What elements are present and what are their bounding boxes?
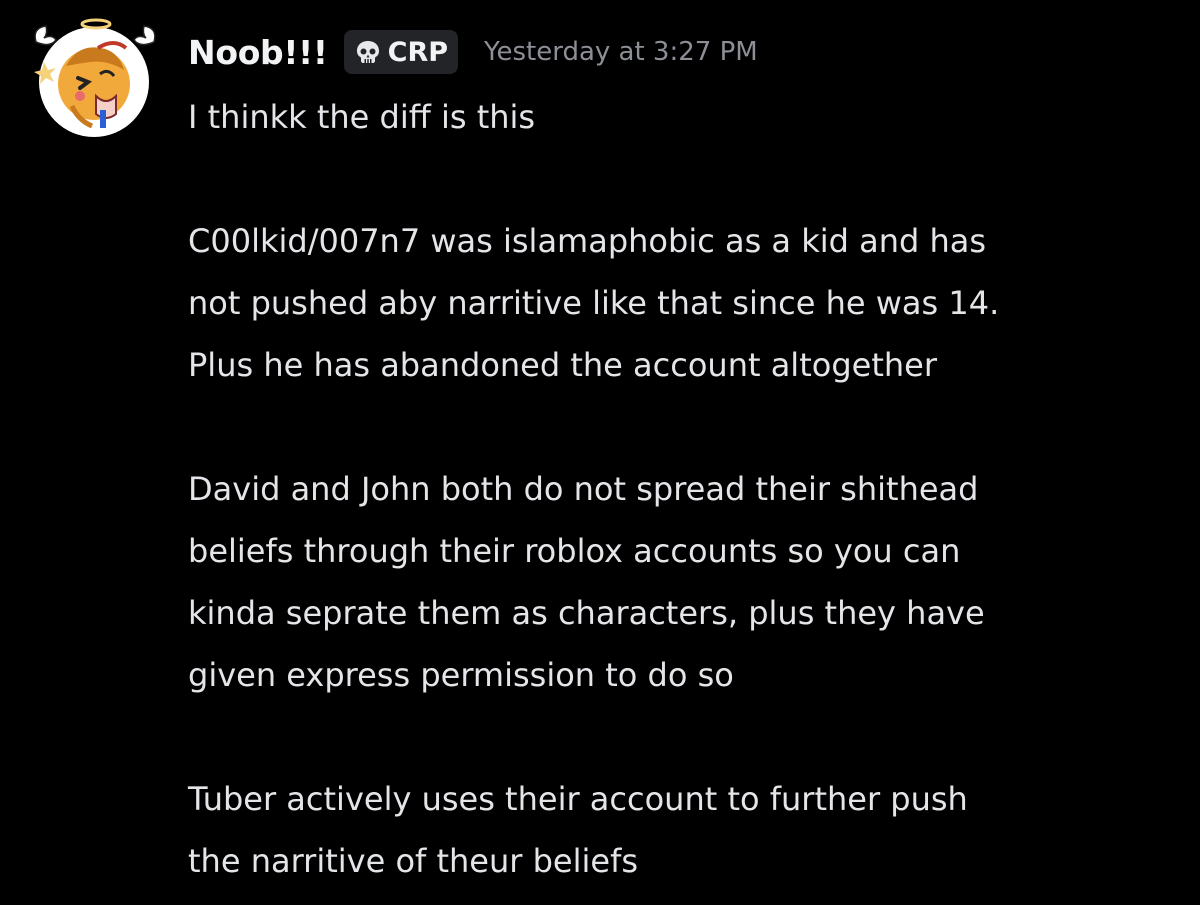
tag-label: CRP <box>387 36 449 68</box>
avatar-decoration[interactable] <box>30 18 160 148</box>
server-tag[interactable]: CRP <box>343 30 459 74</box>
username[interactable]: Noob!!! <box>188 33 328 72</box>
message-line: David and John both do not spread their … <box>188 470 979 508</box>
message-line: the narritive of theur beliefs <box>188 842 638 880</box>
message-line: beliefs through their roblox accounts so… <box>188 532 961 570</box>
message-line: kinda seprate them as characters, plus t… <box>188 594 985 632</box>
message-line: I thinkk the diff is this <box>188 98 536 136</box>
message-line: not pushed aby narritive like that since… <box>188 284 1000 322</box>
halo-wings-decoration <box>34 18 156 84</box>
message-line: C00lkid/007n7 was islamaphobic as a kid … <box>188 222 987 260</box>
message-content: I thinkk the diff is this C00lkid/007n7 … <box>188 86 1188 892</box>
skull-icon <box>354 38 382 66</box>
message-line: given express permission to do so <box>188 656 734 694</box>
message-header: Noob!!! CRP Yesterday at 3:27 PM <box>188 26 758 78</box>
message-line: Plus he has abandoned the account altoge… <box>188 346 937 384</box>
message-line: Tuber actively uses their account to fur… <box>188 780 968 818</box>
chat-message: Noob!!! CRP Yesterday at 3:27 PM I think… <box>0 0 1200 905</box>
timestamp[interactable]: Yesterday at 3:27 PM <box>484 37 758 67</box>
